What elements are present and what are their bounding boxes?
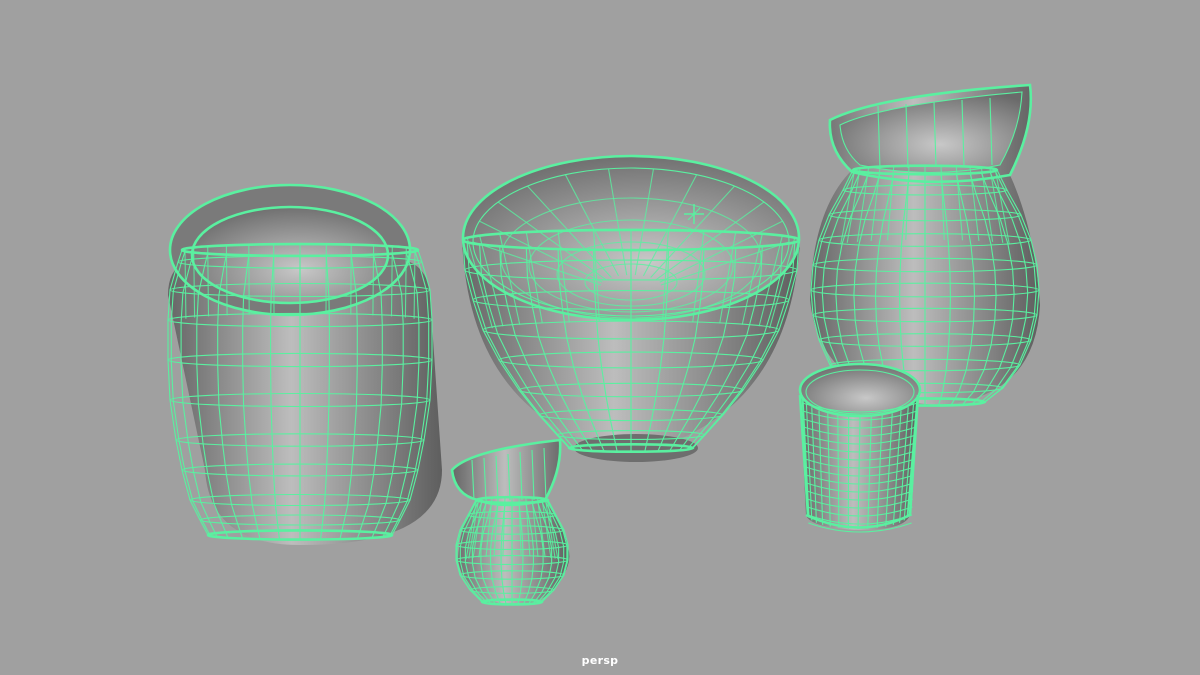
jar-mesh[interactable] [167,183,442,545]
cup-mesh[interactable] [798,362,922,533]
camera-name-label: persp [581,654,619,667]
maya-perspective-viewport[interactable]: persp [0,0,1200,675]
pitcher-mesh[interactable] [810,83,1040,407]
bowl-mesh[interactable] [461,154,801,462]
small-pitcher-mesh[interactable] [450,438,570,606]
pitcher-opening [840,92,1022,173]
viewport-canvas[interactable] [0,0,1200,675]
